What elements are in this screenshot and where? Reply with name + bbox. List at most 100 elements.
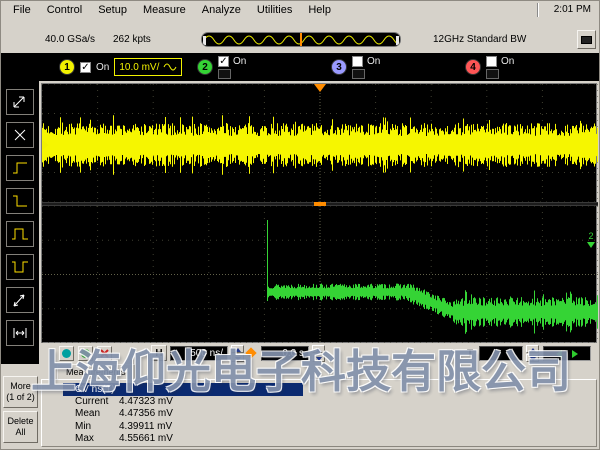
- memory-depth: 262 kpts: [113, 34, 151, 45]
- ac-coupling-icon: [163, 62, 177, 72]
- timebase-spinner[interactable]: [231, 345, 244, 362]
- trigger-level-readout[interactable]: [479, 346, 523, 361]
- down-arrow-icon[interactable]: [526, 354, 539, 362]
- delete-marker-button[interactable]: [6, 122, 34, 148]
- rising-edge-button[interactable]: [6, 155, 34, 181]
- channel-4-mini-box[interactable]: [486, 69, 499, 79]
- markers-button[interactable]: [6, 89, 34, 115]
- selected-measurement[interactable]: CV ns(1): [63, 383, 303, 396]
- menu-utilities[interactable]: Utilities: [249, 2, 300, 18]
- channel-1-on-checkbox[interactable]: ✓: [80, 62, 91, 73]
- row-label: Mean: [63, 408, 119, 420]
- channel-3-on-checkbox[interactable]: [352, 56, 363, 67]
- position-spinner[interactable]: [312, 345, 325, 362]
- markers-icon: [10, 93, 30, 111]
- trigger-spinner[interactable]: [526, 345, 539, 362]
- measurements-tab[interactable]: Measurements: [57, 364, 135, 379]
- row-value: 4.47356 mV: [119, 408, 173, 420]
- row-label: Max: [63, 433, 119, 445]
- left-arrow-icon[interactable]: [556, 350, 562, 358]
- channel-2-on-label: On: [233, 56, 246, 67]
- divider-trigger-marker-icon: [314, 202, 326, 206]
- preview-trigger-marker-icon: [300, 33, 302, 47]
- channel-4-on-checkbox[interactable]: [486, 56, 497, 67]
- channel-4-on-label: On: [501, 56, 514, 67]
- more-label-2: (1 of 2): [6, 392, 35, 403]
- channel-2-waveform-panel: [42, 206, 598, 343]
- row-value: 4.55661 mV: [119, 433, 173, 445]
- more-label-1: More: [10, 381, 31, 392]
- menu-bar: File Control Setup Measure Analyze Utili…: [1, 1, 599, 19]
- more-button[interactable]: More (1 of 2): [3, 376, 38, 408]
- timebase-scale-readout[interactable]: 500 ns/: [170, 346, 228, 361]
- delete-label-1: Delete: [7, 416, 33, 427]
- negative-pulse-button[interactable]: [6, 254, 34, 280]
- positive-pulse-button[interactable]: [6, 221, 34, 247]
- waveform-display[interactable]: 2: [41, 83, 597, 343]
- cursor-tool-button[interactable]: [59, 346, 74, 361]
- channel-3-button[interactable]: 3: [331, 59, 347, 75]
- channel-3-group: 3 On: [331, 53, 380, 81]
- measurements-panel: Measurements More (1 of 2) Delete All CV…: [1, 364, 599, 450]
- up-arrow-icon[interactable]: [526, 345, 539, 353]
- channel-2-level-marker[interactable]: 2: [587, 232, 595, 248]
- positive-pulse-icon: [10, 225, 30, 243]
- delete-label-2: All: [15, 427, 25, 438]
- up-arrow-icon[interactable]: [312, 345, 325, 353]
- left-toolbar: [1, 53, 39, 364]
- channel-2-group: 2 ✓ On: [197, 53, 246, 81]
- close-icon: [100, 349, 109, 358]
- measurement-row: Current 4.47323 mV: [63, 396, 303, 408]
- screen-toggle-button[interactable]: [577, 30, 596, 49]
- marker-tool-button[interactable]: [78, 346, 93, 361]
- delete-all-button[interactable]: Delete All: [3, 411, 38, 443]
- rise-time-button[interactable]: [6, 287, 34, 313]
- bottom-control-bar: H 500 ns/ 0.0 s T: [39, 344, 597, 364]
- trigger-label: T: [467, 348, 473, 359]
- rise-time-icon: [10, 291, 30, 309]
- channel-4-group: 4 On: [465, 53, 514, 81]
- horizontal-setup-button[interactable]: H: [151, 345, 167, 361]
- menu-control[interactable]: Control: [39, 2, 90, 18]
- measurement-row: Mean 4.47356 mV: [63, 408, 303, 420]
- channel-1-on-label: On: [96, 62, 109, 73]
- acquisition-preview-bar[interactable]: [201, 32, 401, 47]
- channel-1-group: 1 ✓ On 10.0 mV/: [59, 53, 182, 81]
- clear-display-button[interactable]: [97, 346, 112, 361]
- channel-1-scale-box[interactable]: 10.0 mV/: [114, 58, 182, 76]
- sample-rate: 40.0 GSa/s: [45, 34, 95, 45]
- horizontal-pan-control[interactable]: [543, 346, 591, 361]
- rising-edge-icon: [10, 159, 30, 177]
- row-label: Min: [63, 421, 119, 433]
- trigger-time-marker-icon[interactable]: [314, 84, 326, 92]
- menu-setup[interactable]: Setup: [90, 2, 135, 18]
- channel-1-waveform-panel: [42, 84, 598, 202]
- channel-3-mini-box[interactable]: [352, 69, 365, 79]
- channel-2-mini-box[interactable]: [218, 69, 231, 79]
- menu-file[interactable]: File: [5, 2, 39, 18]
- menu-measure[interactable]: Measure: [135, 2, 194, 18]
- timebase-position-readout[interactable]: 0.0 s: [261, 346, 309, 361]
- menu-help[interactable]: Help: [300, 2, 339, 18]
- channel-2-button[interactable]: 2: [197, 59, 213, 75]
- pulse-width-button[interactable]: [6, 320, 34, 346]
- channel-3-on-label: On: [367, 56, 380, 67]
- preview-right-handle[interactable]: [396, 36, 399, 45]
- channel-1-button[interactable]: 1: [59, 59, 75, 75]
- falling-edge-button[interactable]: [6, 188, 34, 214]
- up-arrow-icon[interactable]: [231, 345, 244, 353]
- channel-2-on-checkbox[interactable]: ✓: [218, 56, 229, 67]
- measurement-row: Max 4.55661 mV: [63, 433, 303, 445]
- down-arrow-icon[interactable]: [231, 354, 244, 362]
- down-arrow-icon[interactable]: [312, 354, 325, 362]
- row-label: Current: [63, 396, 119, 408]
- display-icon: [581, 36, 592, 44]
- channel-4-button[interactable]: 4: [465, 59, 481, 75]
- clock: 2:01 PM: [554, 4, 591, 15]
- measurement-list: CV ns(1) Current 4.47323 mV Mean 4.47356…: [63, 383, 303, 446]
- preview-left-handle[interactable]: [203, 36, 206, 45]
- right-arrow-icon[interactable]: [572, 350, 578, 358]
- menu-analyze[interactable]: Analyze: [194, 2, 249, 18]
- channel-1-ground-marker-icon[interactable]: [42, 140, 49, 150]
- down-arrow-icon: [587, 242, 595, 248]
